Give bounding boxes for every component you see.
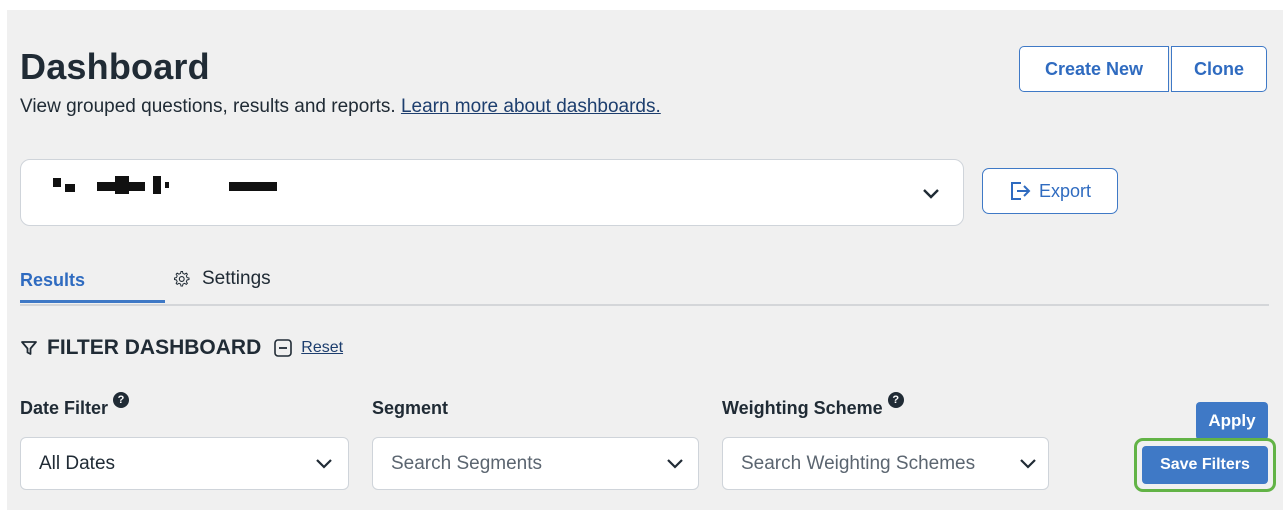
chevron-down-icon — [923, 189, 939, 199]
weighting-scheme-placeholder: Search Weighting Schemes — [741, 452, 976, 474]
weighting-scheme-select[interactable]: Search Weighting Schemes — [722, 437, 1049, 490]
redacted-value — [115, 176, 129, 194]
segment-label-text: Segment — [372, 398, 449, 418]
segment-select[interactable]: Search Segments — [372, 437, 699, 490]
active-tab-indicator — [20, 300, 165, 303]
filter-heading-text: FILTER DASHBOARD — [47, 336, 262, 359]
chevron-down-icon — [1020, 459, 1036, 469]
redacted-value — [229, 182, 277, 191]
export-icon — [1010, 182, 1031, 200]
learn-more-link[interactable]: Learn more about dashboards. — [401, 96, 661, 117]
redacted-value — [153, 176, 161, 194]
date-filter-select[interactable]: All Dates — [20, 437, 349, 490]
page-title: Dashboard — [20, 46, 210, 87]
redacted-value — [165, 182, 169, 188]
tab-bar: Results Settings — [20, 262, 1269, 306]
collapse-icon[interactable] — [273, 338, 293, 358]
reset-link[interactable]: Reset — [301, 339, 343, 357]
dashboard-select[interactable] — [20, 159, 964, 226]
save-filters-button[interactable]: Save Filters — [1142, 446, 1268, 484]
weighting-scheme-label-text: Weighting Scheme — [722, 398, 883, 418]
weighting-scheme-label: Weighting Scheme ? — [722, 392, 904, 419]
create-new-button[interactable]: Create New — [1019, 46, 1169, 92]
export-button[interactable]: Export — [982, 168, 1118, 214]
segment-label: Segment — [372, 398, 448, 419]
segment-placeholder: Search Segments — [391, 452, 543, 474]
export-label: Export — [1038, 180, 1092, 201]
redacted-value — [65, 184, 75, 192]
filter-heading: FILTER DASHBOARD Reset — [20, 336, 343, 360]
date-filter-label-text: Date Filter — [20, 398, 109, 418]
redacted-value — [53, 178, 61, 187]
clone-button[interactable]: Clone — [1171, 46, 1267, 92]
help-icon[interactable]: ? — [887, 392, 904, 408]
gear-icon — [173, 271, 190, 287]
tab-settings-label: Settings — [202, 268, 271, 289]
tab-results[interactable]: Results — [20, 270, 85, 291]
help-icon[interactable]: ? — [113, 392, 130, 408]
date-filter-value: All Dates — [39, 452, 116, 474]
page-subtitle: View grouped questions, results and repo… — [20, 96, 661, 118]
apply-button[interactable]: Apply — [1196, 402, 1268, 440]
chevron-down-icon — [316, 459, 332, 469]
chevron-down-icon — [667, 459, 683, 469]
subtitle-text: View grouped questions, results and repo… — [20, 96, 401, 117]
date-filter-label: Date Filter ? — [20, 392, 130, 419]
filter-icon — [21, 341, 37, 355]
tab-settings[interactable]: Settings — [172, 268, 271, 290]
